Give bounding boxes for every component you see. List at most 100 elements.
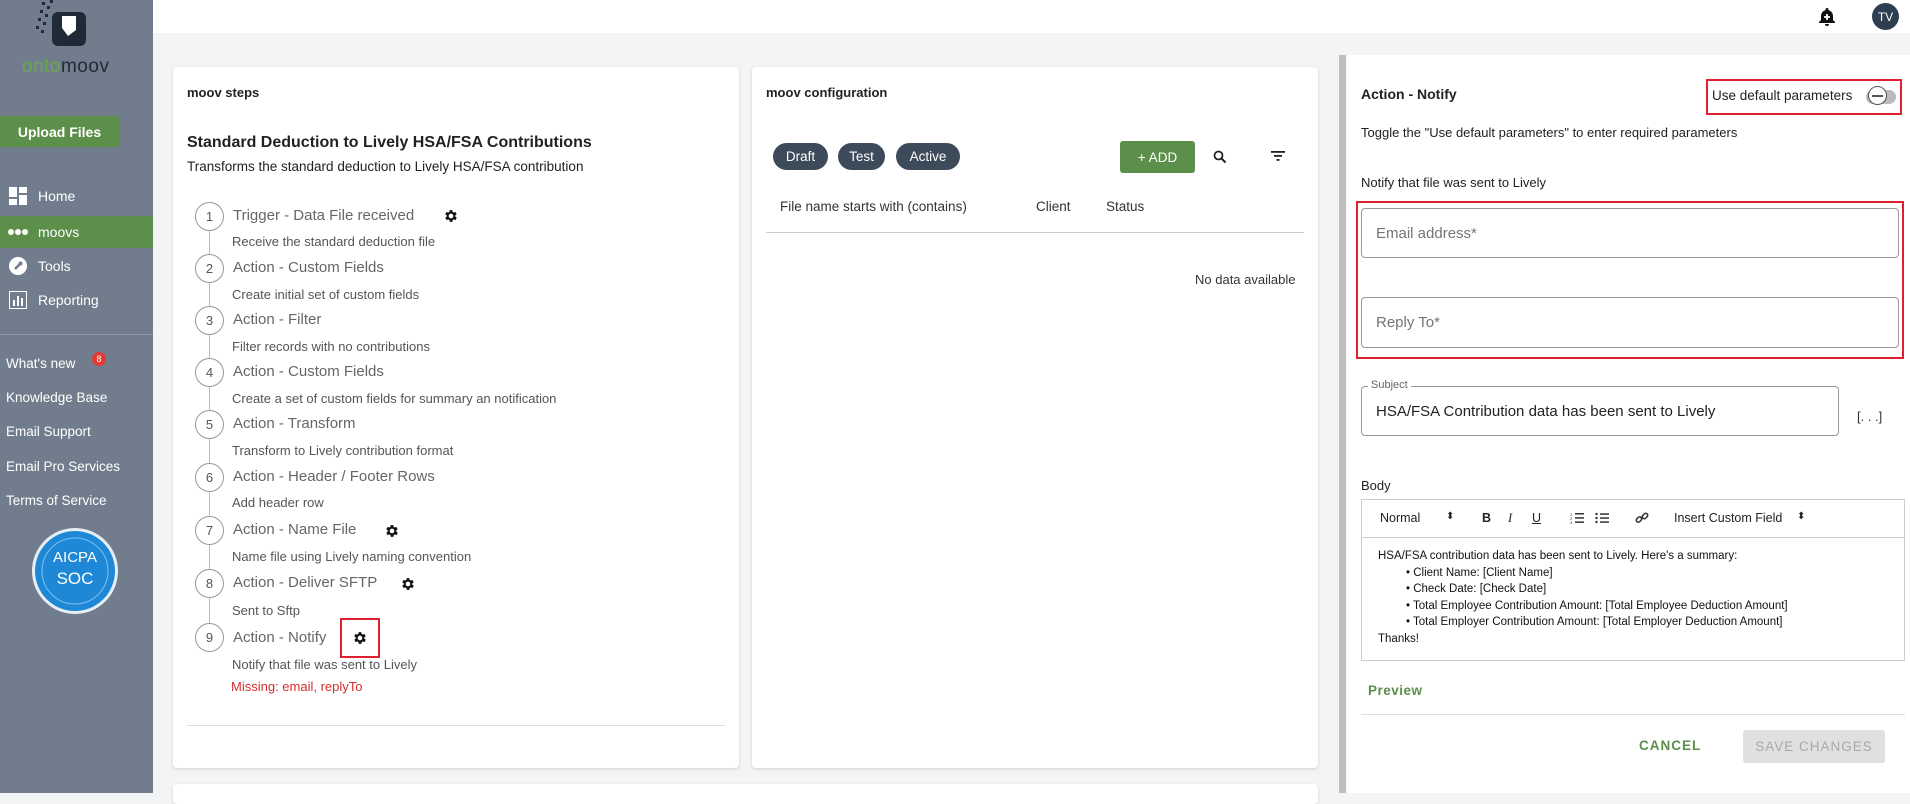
preview-link[interactable]: Preview xyxy=(1368,683,1423,698)
step-number: 6 xyxy=(195,463,224,492)
bullet-list-icon[interactable] xyxy=(1595,512,1609,524)
step-number: 7 xyxy=(195,516,224,545)
cancel-button[interactable]: CANCEL xyxy=(1639,738,1701,753)
step-number: 8 xyxy=(195,569,224,598)
highlight-box xyxy=(1356,201,1904,359)
soc-line1: AICPA xyxy=(53,549,97,566)
moov-configuration-title: moov configuration xyxy=(766,85,888,100)
bold-button[interactable]: B xyxy=(1482,511,1491,525)
step-title[interactable]: Action - Custom Fields xyxy=(233,259,384,276)
link-email-pro-services[interactable]: Email Pro Services xyxy=(6,459,120,474)
link-terms-of-service[interactable]: Terms of Service xyxy=(6,493,107,508)
step-title[interactable]: Action - Notify xyxy=(233,629,326,646)
link-email-support[interactable]: Email Support xyxy=(6,424,91,439)
link-whats-new[interactable]: What's new xyxy=(6,356,75,371)
step-desc: Receive the standard deduction file xyxy=(232,234,436,249)
step-number: 2 xyxy=(195,254,224,283)
select-arrows-icon: ⬍ xyxy=(1797,511,1806,522)
step-desc: Transform to Lively contribution format xyxy=(232,443,454,458)
body-label: Body xyxy=(1361,478,1391,493)
nav-tools[interactable]: Tools xyxy=(0,250,153,282)
upload-files-button[interactable]: Upload Files xyxy=(0,116,119,147)
nav-moovs-label: moovs xyxy=(38,224,80,240)
whats-new-badge: 8 xyxy=(92,352,106,366)
nav-home-label: Home xyxy=(38,188,76,204)
step-desc: Create initial set of custom fields xyxy=(232,287,420,302)
step-number: 5 xyxy=(195,410,224,439)
gear-icon[interactable] xyxy=(443,208,459,224)
chip-test[interactable]: Test xyxy=(838,143,885,170)
ellipsis-menu[interactable]: [. . .] xyxy=(1857,409,1882,424)
moov-configuration-card xyxy=(752,67,1318,768)
step-desc: Create a set of custom fields for summar… xyxy=(232,391,557,406)
step-desc: Sent to Sftp xyxy=(232,603,300,618)
underline-button[interactable]: U xyxy=(1532,511,1541,525)
body-bullet: • Client Name: [Client Name] xyxy=(1406,566,1553,579)
sidebar: ontomoov Upload Files Home moovs Tools R… xyxy=(0,0,153,793)
step-number: 3 xyxy=(195,306,224,335)
body-line: Thanks! xyxy=(1378,632,1419,645)
aicpa-soc-badge: AICPA SOC xyxy=(31,527,119,615)
empty-state-text: No data available xyxy=(1195,272,1296,287)
moov-heading: Standard Deduction to Lively HSA/FSA Con… xyxy=(187,134,592,151)
body-bullet: • Total Employee Contribution Amount: [T… xyxy=(1406,599,1788,612)
divider xyxy=(187,725,725,726)
step-number: 9 xyxy=(195,623,224,652)
notification-bell-icon[interactable] xyxy=(1817,7,1837,27)
dashboard-icon xyxy=(8,186,28,206)
step-desc: Add header row xyxy=(232,495,324,510)
notify-section-label: Notify that file was sent to Lively xyxy=(1361,175,1546,190)
logo-wordmark: ontomoov xyxy=(22,56,110,77)
link-icon[interactable] xyxy=(1635,511,1649,525)
nav-reporting[interactable]: Reporting xyxy=(0,284,153,316)
search-icon[interactable] xyxy=(1213,150,1227,164)
missing-params-warning: Missing: email, replyTo xyxy=(231,679,363,694)
column-header-filename[interactable]: File name starts with (contains) xyxy=(780,199,967,214)
gear-icon[interactable] xyxy=(384,523,400,539)
user-avatar[interactable]: TV xyxy=(1872,3,1899,30)
body-line: HSA/FSA contribution data has been sent … xyxy=(1378,550,1738,562)
step-desc: Notify that file was sent to Lively xyxy=(232,657,417,672)
lower-card xyxy=(173,784,1318,804)
chart-icon xyxy=(8,290,28,310)
step-title[interactable]: Action - Deliver SFTP xyxy=(233,574,377,591)
step-title[interactable]: Action - Transform xyxy=(233,415,356,432)
nav-moovs[interactable]: moovs xyxy=(0,216,153,248)
step-desc: Name file using Lively naming convention xyxy=(232,549,472,564)
save-changes-button[interactable]: SAVE CHANGES xyxy=(1743,730,1885,763)
column-header-status[interactable]: Status xyxy=(1106,199,1144,214)
select-arrows-icon: ⬍ xyxy=(1446,511,1455,522)
toggle-hint: Toggle the "Use default parameters" to e… xyxy=(1361,125,1738,140)
moov-subheading: Transforms the standard deduction to Liv… xyxy=(187,159,584,174)
divider xyxy=(0,334,153,335)
panel-scrollbar[interactable] xyxy=(1339,55,1346,793)
moovs-icon xyxy=(8,222,28,242)
italic-button[interactable]: I xyxy=(1508,511,1512,526)
filter-icon[interactable] xyxy=(1270,150,1286,162)
step-title[interactable]: Action - Name File xyxy=(233,521,356,538)
step-desc: Filter records with no contributions xyxy=(232,339,430,354)
add-button[interactable]: + ADD xyxy=(1120,141,1195,173)
step-title[interactable]: Action - Filter xyxy=(233,311,321,328)
gear-icon[interactable] xyxy=(400,576,416,592)
highlight-box xyxy=(340,618,380,658)
body-bullet: • Check Date: [Check Date] xyxy=(1406,583,1547,595)
chip-active[interactable]: Active xyxy=(896,143,960,170)
nav-home[interactable]: Home xyxy=(0,180,153,212)
body-bullet: • Total Employer Contribution Amount: [T… xyxy=(1406,616,1783,628)
insert-custom-field-select[interactable]: Insert Custom Field xyxy=(1674,511,1782,525)
link-knowledge-base[interactable]: Knowledge Base xyxy=(6,390,107,405)
step-title[interactable]: Trigger - Data File received xyxy=(233,207,414,224)
nav-reporting-label: Reporting xyxy=(38,292,99,308)
body-editor[interactable]: HSA/FSA contribution data has been sent … xyxy=(1361,537,1905,661)
step-number: 4 xyxy=(195,358,224,387)
format-select[interactable]: Normal xyxy=(1380,511,1420,525)
highlight-box xyxy=(1706,79,1902,115)
table-divider xyxy=(766,232,1304,233)
subject-field[interactable]: HSA/FSA Contribution data has been sent … xyxy=(1361,386,1839,436)
column-header-client[interactable]: Client xyxy=(1036,199,1071,214)
ordered-list-icon[interactable]: 123 xyxy=(1570,512,1584,524)
chip-draft[interactable]: Draft xyxy=(773,143,828,170)
step-title[interactable]: Action - Custom Fields xyxy=(233,363,384,380)
step-title[interactable]: Action - Header / Footer Rows xyxy=(233,468,435,485)
